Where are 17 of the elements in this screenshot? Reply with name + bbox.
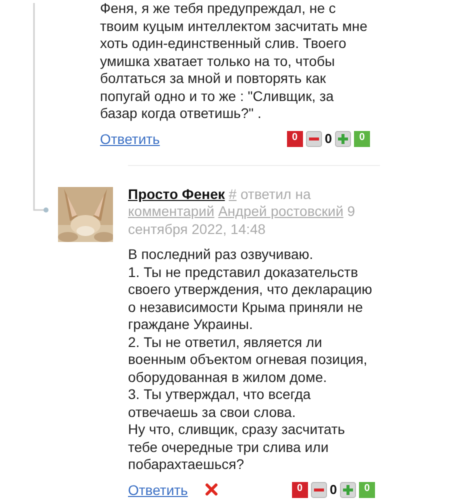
plus-icon[interactable] xyxy=(340,482,356,498)
vote-score: 0 xyxy=(324,131,332,146)
vote-score: 0 xyxy=(330,482,337,497)
minus-icon[interactable] xyxy=(310,482,327,498)
reply-link[interactable]: Ответить xyxy=(128,482,188,498)
comment-header: Просто Фенек # ответил на комментарий Андрей ростовский 9 сентября 2022, 14:48 xyxy=(128,186,356,238)
reply-link[interactable]: Ответить xyxy=(100,130,160,146)
delete-icon[interactable] xyxy=(204,483,218,496)
comment-text: В последний раз озвучиваю. 1. Ты не представил доказательств своего утверждения, что декларацию о независимости Крыма приняли не граждане Украины. 2. Ты не ответил, является ли военным объектом огневая позиция, оборудованная в жилом доме. 3. Ты утверждал, что всегда отвечаешь за свои слова. Ну что, сливщик, сразу засчитать тебе очередные три слива или побарахтаешься? xyxy=(128,246,374,474)
comment-text: Феня, я же тебя предупреждал, не с твоим куцым интеллектом засчитать мне хоть один-единственный слив. Твоего умишка хватает только на то, чтобы болтаться за мной и повторять как попугай одно и то же : "Сливщик, за базар когда ответишь?" . xyxy=(100,0,368,122)
plus-count: 0 xyxy=(359,482,375,498)
author-link[interactable]: Просто Фенек xyxy=(128,186,225,202)
plus-count: 0 xyxy=(354,130,370,146)
minus-count: 0 xyxy=(292,482,308,498)
minus-icon[interactable] xyxy=(306,130,322,146)
plus-icon[interactable] xyxy=(335,130,351,146)
minus-count: 0 xyxy=(286,130,303,146)
